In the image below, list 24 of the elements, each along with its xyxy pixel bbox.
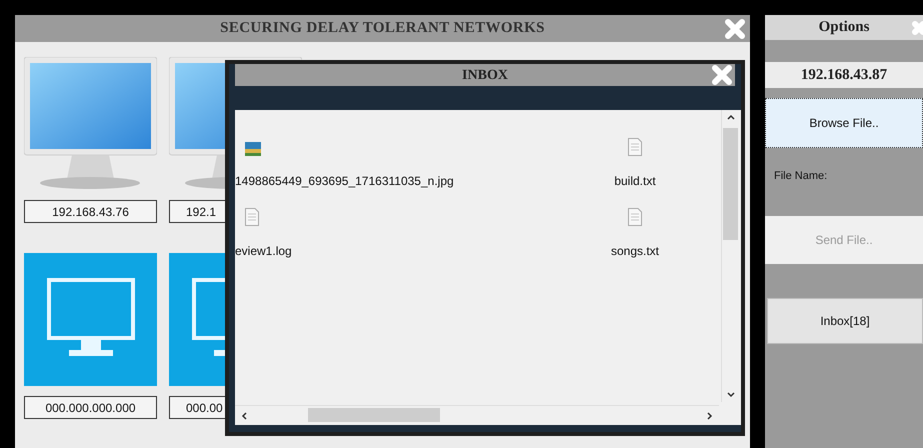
file-name-label: File Name:	[774, 169, 828, 184]
window-title: INBOX	[462, 66, 508, 84]
address-label: 192.168.43.76	[24, 200, 157, 223]
monitor-icon	[24, 253, 157, 386]
scrollbar-thumb[interactable]	[308, 408, 440, 422]
document-icon	[628, 208, 642, 226]
close-icon[interactable]	[724, 18, 746, 40]
address-display: 192.168.43.87	[765, 62, 923, 88]
window-title: SECURING DELAY TOLERANT NETWORKS	[220, 19, 545, 38]
file-name[interactable]: eview1.log	[235, 242, 292, 260]
file-name[interactable]: 1498865449_693695_1716311035_n.jpg	[235, 172, 454, 190]
file-name[interactable]: build.txt	[614, 172, 656, 190]
document-icon	[245, 208, 259, 226]
horizontal-scrollbar[interactable]	[235, 405, 719, 423]
image-file-icon	[245, 142, 261, 156]
address-label: 000.000.000.000	[24, 396, 157, 419]
document-icon	[628, 138, 642, 156]
scrollbar-thumb[interactable]	[723, 128, 738, 240]
file-name[interactable]: songs.txt	[610, 242, 660, 260]
inbox-button[interactable]: Inbox[18]	[767, 298, 923, 344]
panel-title: Options	[818, 18, 870, 38]
browse-file-button[interactable]: Browse File..	[765, 98, 923, 148]
vertical-scrollbar[interactable]	[721, 110, 739, 402]
close-icon[interactable]	[711, 64, 733, 86]
